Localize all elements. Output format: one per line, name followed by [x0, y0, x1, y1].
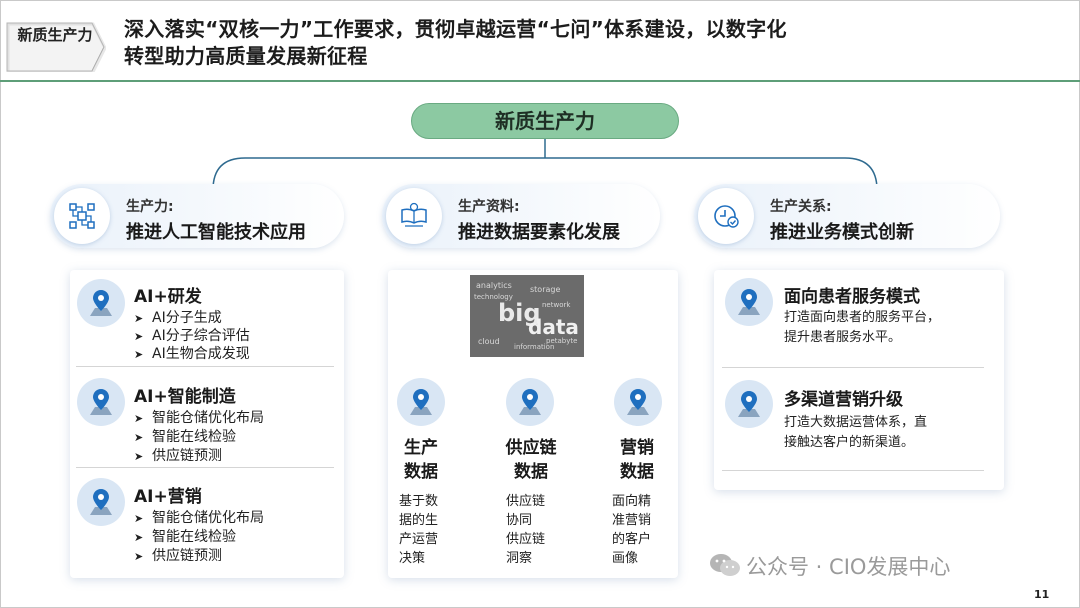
data-column-desc-marketing: 面向精 准营销 的客户 画像 [612, 494, 652, 566]
data-column-title-production: 生产 数据 [404, 438, 438, 482]
bullet-item: ➤ AI分子综合评估 [134, 328, 250, 344]
clock-check-icon [698, 188, 754, 244]
bullet-item: ➤ 智能在线检验 [134, 429, 236, 445]
tree-connector [212, 139, 878, 191]
bullet-item: ➤ 供应链预测 [134, 448, 222, 464]
data-column-desc-production: 基于数 据的生 产运营 决策 [399, 494, 439, 566]
item-title-ai-marketing: AI+营销 [134, 487, 202, 507]
category-main-label: 推进人工智能技术应用 [126, 222, 306, 243]
arrow-bullet-icon: ➤ [134, 531, 144, 544]
arrow-bullet-icon: ➤ [134, 412, 144, 425]
item-title-ai-rd: AI+研发 [134, 287, 202, 307]
wechat-icon [710, 554, 740, 576]
item-title-multichannel-marketing: 多渠道营销升级 [784, 390, 903, 410]
arrow-bullet-icon: ➤ [134, 330, 144, 343]
root-node: 新质生产力 [411, 103, 679, 139]
bullet-item: ➤ AI分子生成 [134, 310, 222, 326]
map-pin-icon [77, 378, 125, 426]
arrow-bullet-icon: ➤ [134, 431, 144, 444]
arrow-bullet-icon: ➤ [134, 450, 144, 463]
category-main-label: 推进数据要素化发展 [458, 222, 620, 243]
arrow-bullet-icon: ➤ [134, 348, 144, 361]
bullet-item: ➤ AI生物合成发现 [134, 346, 250, 362]
watermark-text: 公众号 · CIO发展中心 [746, 555, 951, 579]
bullet-item: ➤ 智能仓储优化布局 [134, 510, 264, 526]
data-column-title-marketing: 营销 数据 [620, 438, 654, 482]
map-pin-icon [506, 378, 554, 426]
data-column-title-supply-chain: 供应链 数据 [505, 438, 557, 482]
arrow-bullet-icon: ➤ [134, 312, 144, 325]
arrow-bullet-icon: ➤ [134, 550, 144, 563]
item-title-patient-service: 面向患者服务模式 [784, 287, 920, 307]
category-relations-of-production: 生产关系: 推进业务模式创新 [694, 184, 1000, 248]
item-title-ai-manufacturing: AI+智能制造 [134, 387, 236, 407]
page-number: 11 [1034, 588, 1050, 601]
map-pin-icon [77, 478, 125, 526]
circuit-icon [54, 188, 110, 244]
item-desc-multichannel-marketing: 打造大数据运营体系，直 接触达客户的新渠道。 [784, 415, 928, 450]
item-desc-patient-service: 打造面向患者的服务平台， 提升患者服务水平。 [784, 310, 941, 345]
category-means-of-production: 生产资料: 推进数据要素化发展 [382, 184, 660, 248]
category-productivity: 生产力: 推进人工智能技术应用 [50, 184, 344, 248]
category-sub-label: 生产关系: [770, 199, 832, 215]
bullet-item: ➤ 智能仓储优化布局 [134, 410, 264, 426]
divider [76, 467, 334, 468]
category-main-label: 推进业务模式创新 [770, 222, 914, 243]
map-pin-icon [725, 278, 773, 326]
bullet-item: ➤ 供应链预测 [134, 548, 222, 564]
map-pin-icon [614, 378, 662, 426]
map-pin-icon [725, 380, 773, 428]
book-brain-icon [386, 188, 442, 244]
divider [76, 366, 334, 367]
arrow-bullet-icon: ➤ [134, 512, 144, 525]
divider [722, 470, 984, 471]
data-column-desc-supply-chain: 供应链 协同 供应链 洞察 [506, 494, 546, 566]
bullet-item: ➤ 智能在线检验 [134, 529, 236, 545]
category-sub-label: 生产力: [126, 199, 174, 215]
map-pin-icon [397, 378, 445, 426]
category-sub-label: 生产资料: [458, 199, 520, 215]
map-pin-icon [77, 279, 125, 327]
big-data-word-cloud-image: big data analytics storage cloud informa… [470, 275, 584, 357]
divider [722, 367, 984, 368]
